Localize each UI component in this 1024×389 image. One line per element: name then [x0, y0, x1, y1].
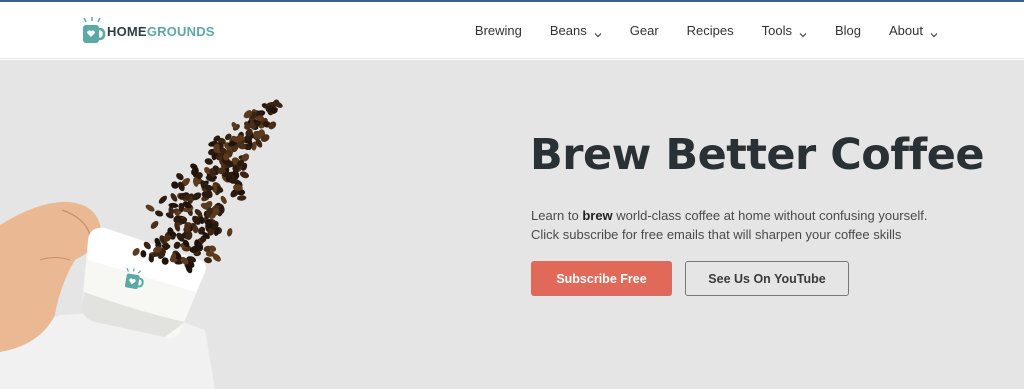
nav-item-blog[interactable]: Blog — [835, 23, 861, 38]
nav-label: Gear — [629, 23, 659, 38]
chevron-down-icon — [930, 27, 938, 37]
coffee-bean — [226, 228, 233, 237]
hero-illustration — [0, 60, 320, 389]
coffee-bean — [145, 204, 155, 212]
nav-item-beans[interactable]: Beans — [550, 23, 602, 38]
youtube-button[interactable]: See Us On YouTube — [685, 261, 849, 296]
nav-item-about[interactable]: About — [889, 23, 938, 38]
coffee-bean — [204, 257, 212, 264]
subtitle-text: Click subscribe for free emails that wil… — [531, 227, 902, 242]
coffee-bean — [220, 195, 227, 204]
nav-label: Beans — [549, 23, 587, 38]
nav-label: Recipes — [686, 23, 734, 38]
brand-name: HOMEGROUNDS — [107, 23, 215, 39]
chevron-down-icon — [799, 27, 807, 37]
nav-label: Tools — [761, 23, 792, 38]
coffee-bean — [155, 210, 164, 217]
main-nav: Brewing Beans Gear Recipes Tools Blog Ab… — [475, 2, 938, 59]
subtitle-text: Learn to — [531, 208, 583, 223]
subtitle-bold-text: brew — [582, 208, 613, 223]
nav-item-gear[interactable]: Gear — [630, 23, 659, 38]
nav-label: About — [889, 23, 923, 38]
coffee-mug-logo-icon — [78, 16, 106, 46]
nav-label: Brewing — [474, 23, 522, 38]
subscribe-free-button[interactable]: Subscribe Free — [531, 261, 672, 296]
chevron-down-icon — [594, 27, 602, 37]
nav-item-recipes[interactable]: Recipes — [687, 23, 734, 38]
brand-logo[interactable]: HOMEGROUNDS — [78, 16, 215, 46]
coffee-bean — [150, 220, 159, 229]
hero-section: Brew Better Coffee Learn to brew world-c… — [0, 60, 1024, 389]
nav-label: Blog — [834, 23, 862, 38]
coffee-bean — [239, 171, 249, 179]
coffee-bean — [237, 195, 247, 201]
coffee-bean — [170, 193, 178, 202]
site-header: HOMEGROUNDS Brewing Beans Gear Recipes T… — [0, 2, 1024, 59]
coffee-bean — [158, 195, 168, 204]
hero-headline: Brew Better Coffee — [530, 130, 985, 180]
subtitle-text: world-class coffee at home without confu… — [612, 208, 928, 223]
hero-subtitle: Learn to brew world-class coffee at home… — [531, 206, 971, 244]
nav-item-tools[interactable]: Tools — [762, 23, 807, 38]
nav-item-brewing[interactable]: Brewing — [475, 23, 522, 38]
coffee-bean — [217, 167, 226, 175]
